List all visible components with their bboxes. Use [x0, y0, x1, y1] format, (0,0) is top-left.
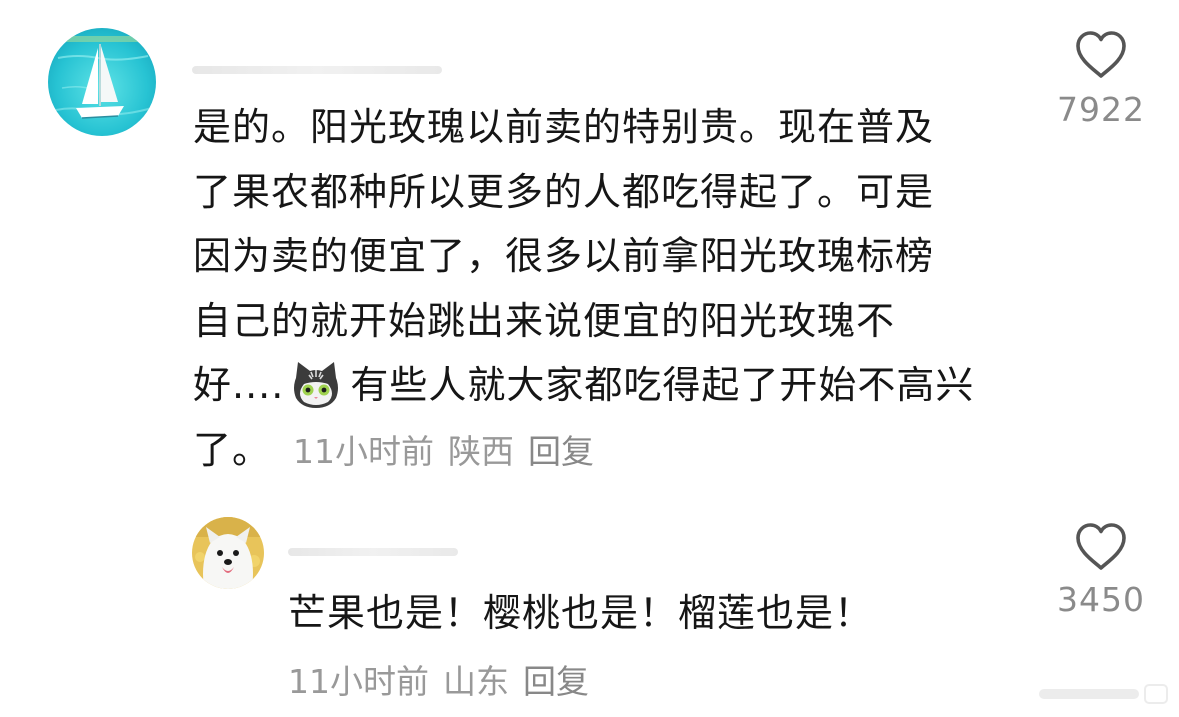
comment-time: 11小时前	[293, 431, 435, 471]
commenter-name-redacted[interactable]	[192, 66, 442, 74]
comment-line-suffix: 有些人就大家都吃得起了开始不高兴	[350, 363, 975, 408]
comment-thread: 是的。阳光玫瑰以前卖的特别贵。现在普及 了果农都种所以更多的人都吃得起了。可是 …	[0, 0, 1179, 717]
comment-line-prefix: 好....	[193, 363, 285, 408]
sailboat-avatar-icon	[48, 28, 156, 136]
reply-like-control[interactable]: 3450	[1031, 522, 1171, 619]
comment-line: 好.... 有些人就大家都吃得起了开始不高兴	[193, 353, 1023, 418]
reply-button[interactable]: 回复	[523, 662, 589, 701]
like-control[interactable]: 7922	[1031, 30, 1171, 129]
replier-name-redacted[interactable]	[288, 548, 458, 556]
reply-button[interactable]: 回复	[528, 432, 594, 471]
comment-line: 自己的就开始跳出来说便宜的阳光玫瑰不	[193, 298, 896, 343]
comment-location: 陕西	[448, 431, 515, 471]
reply-location: 山东	[443, 662, 509, 701]
cat-face-emoji-icon	[294, 362, 339, 409]
heart-icon[interactable]	[1074, 30, 1128, 80]
reply-body: 芒果也是！樱桃也是！榴莲也是！	[288, 591, 874, 635]
comment-line: 是的。阳光玫瑰以前卖的特别贵。现在普及	[193, 105, 935, 149]
comment-body: 是的。阳光玫瑰以前卖的特别贵。现在普及 了果农都种所以更多的人都吃得起了。可是 …	[193, 95, 1023, 485]
comment-meta: 11小时前 陕西 回复	[293, 432, 594, 471]
watermark-icon	[1039, 684, 1168, 704]
comment-line: 因为卖的便宜了，很多以前拿阳光玫瑰标榜	[193, 234, 935, 279]
comment-line: 了果农都种所以更多的人都吃得起了。可是	[193, 169, 935, 214]
heart-icon[interactable]	[1074, 522, 1128, 572]
comment-line: 了。 11小时前 陕西 回复	[193, 418, 1023, 485]
reply-time: 11小时前	[288, 662, 429, 701]
commenter-avatar[interactable]	[48, 28, 156, 136]
reply-meta: 11小时前 山东 回复	[288, 656, 589, 708]
reply-like-count: 3450	[1057, 580, 1145, 619]
replier-avatar[interactable]	[192, 517, 264, 589]
dog-avatar-icon	[192, 517, 264, 589]
like-count: 7922	[1057, 90, 1145, 129]
comment-line-end: 了。	[193, 427, 272, 472]
